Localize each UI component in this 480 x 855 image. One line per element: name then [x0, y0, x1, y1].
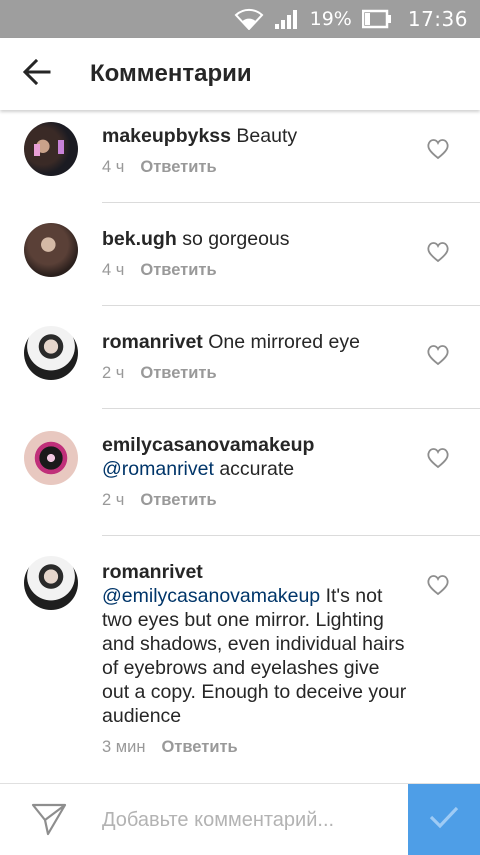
comment-composer [0, 783, 480, 855]
reply-button[interactable]: Ответить [140, 261, 216, 280]
avatar-makeupbykss[interactable] [24, 122, 78, 176]
comment-message: Beauty [236, 125, 298, 147]
avatar-emilycasanovamakeup[interactable] [24, 431, 78, 485]
comment-text: emilycasanovamakeup @romanrivet accurate [102, 433, 412, 481]
divider [102, 535, 480, 536]
divider [102, 305, 480, 306]
comment-time: 4 ч [102, 261, 125, 279]
heart-icon[interactable] [426, 574, 450, 596]
signal-icon [274, 8, 300, 30]
heart-icon[interactable] [426, 447, 450, 469]
avatar-bek-ugh[interactable] [24, 223, 78, 277]
comment-mention[interactable]: @romanrivet [102, 458, 214, 480]
battery-icon [361, 9, 392, 29]
status-bar: 19% 17:36 [0, 0, 480, 38]
comment-text: makeupbykss Beauty [102, 124, 412, 148]
divider [102, 202, 480, 203]
comment-username[interactable]: romanrivet [102, 331, 203, 353]
comment-text: bek.ugh so gorgeous [102, 227, 412, 251]
comment-mention[interactable]: @emilycasanovamakeup [102, 585, 320, 607]
comment-username[interactable]: romanrivet [102, 561, 203, 583]
post-button[interactable] [408, 784, 480, 855]
arrow-left-icon [22, 58, 51, 90]
heart-icon[interactable] [426, 241, 450, 263]
divider [102, 408, 480, 409]
paper-plane-icon[interactable] [30, 801, 68, 837]
comment-time: 2 ч [102, 364, 125, 382]
comment-message: One mirrored eye [208, 331, 360, 353]
comment-message: so gorgeous [182, 228, 290, 250]
comment-time: 3 мин [102, 738, 146, 756]
comment-message: accurate [219, 458, 295, 480]
comment-input[interactable] [100, 798, 404, 842]
avatar-romanrivet[interactable] [24, 326, 78, 380]
reply-button[interactable]: Ответить [161, 738, 237, 757]
reply-button[interactable]: Ответить [140, 364, 216, 383]
comment-username[interactable]: emilycasanovamakeup [102, 434, 314, 456]
clock-time: 17:36 [407, 7, 468, 31]
reply-button[interactable]: Ответить [140, 491, 216, 510]
heart-icon[interactable] [426, 138, 450, 160]
comment-list[interactable]: makeupbykss Beauty 4 ч Ответить bek.ugh s… [0, 110, 480, 783]
page-title: Комментарии [90, 60, 252, 87]
avatar-romanrivet[interactable] [24, 556, 78, 610]
comment-username[interactable]: makeupbykss [102, 125, 231, 147]
reply-button[interactable]: Ответить [140, 158, 216, 177]
wifi-icon [234, 8, 264, 30]
app-header: Комментарии [0, 38, 480, 110]
comment-text: romanrivet One mirrored eye [102, 330, 412, 354]
comment-username[interactable]: bek.ugh [102, 228, 177, 250]
heart-icon[interactable] [426, 344, 450, 366]
comment-time: 2 ч [102, 491, 125, 509]
checkmark-icon [428, 805, 460, 834]
comment-time: 4 ч [102, 158, 125, 176]
back-button[interactable] [0, 38, 74, 110]
battery-percent: 19% [309, 8, 352, 30]
comment-text: romanrivet @emilycasanovamakeup It's not … [102, 560, 412, 728]
